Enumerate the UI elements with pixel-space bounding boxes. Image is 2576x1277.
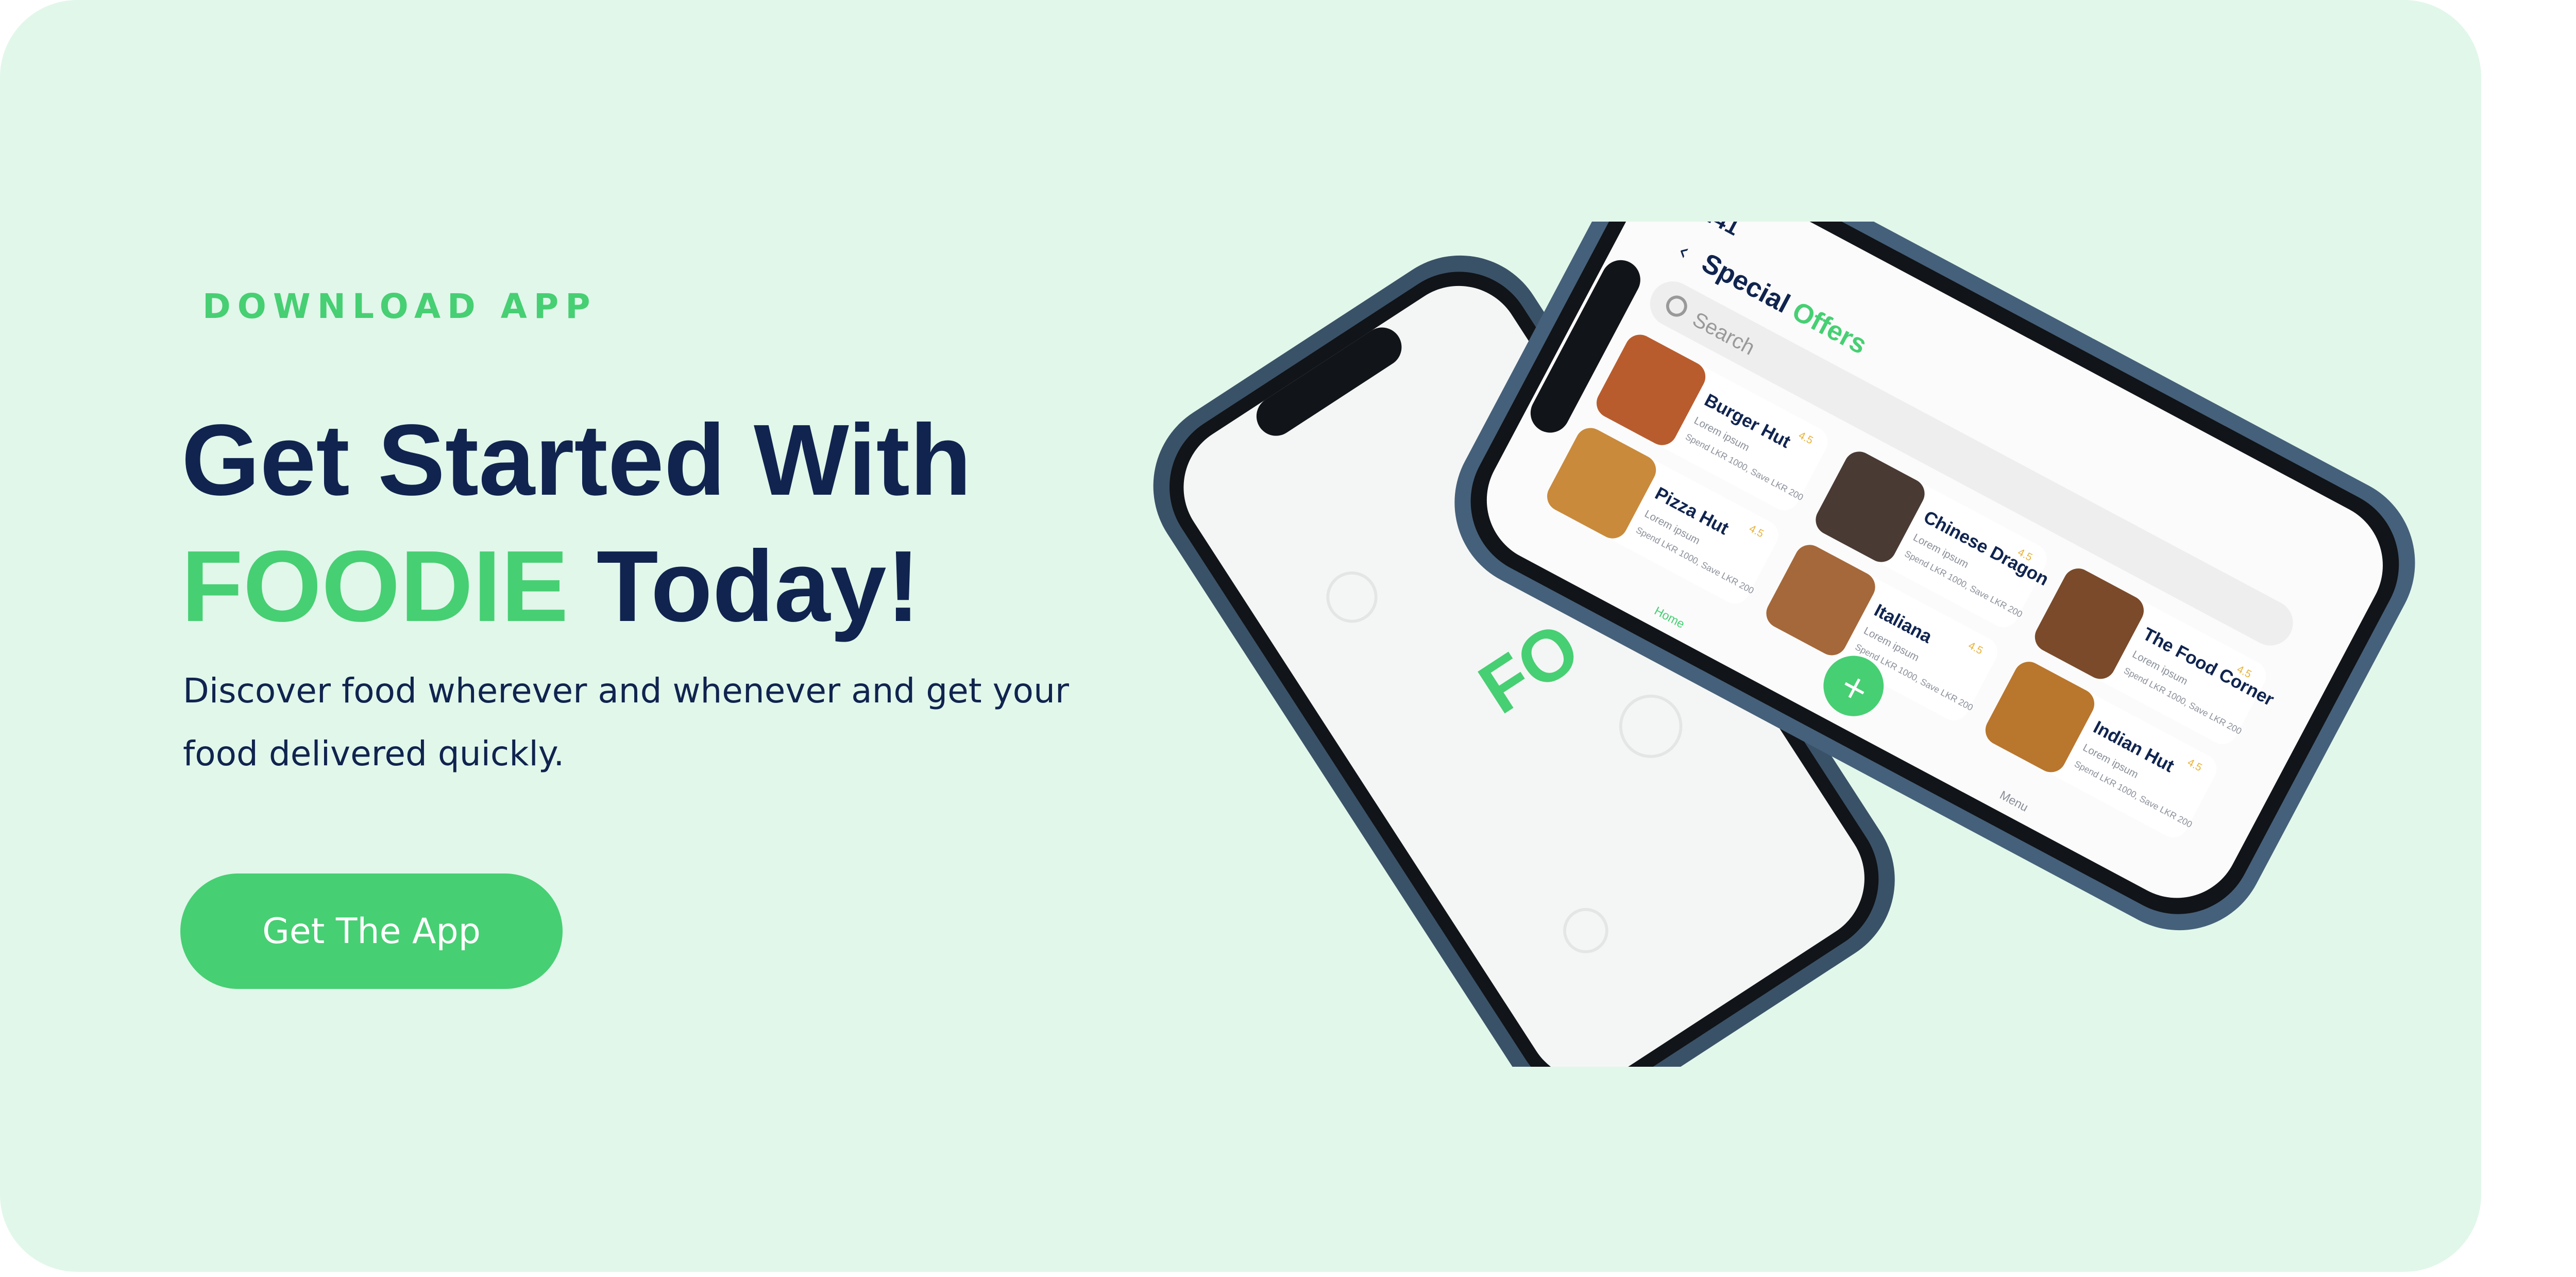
phone-mockup-svg: FO 9:41 ‹ Special Offers Search bbox=[1153, 222, 2415, 1067]
headline: Get Started With FOODIE Today! bbox=[181, 397, 972, 649]
get-the-app-button[interactable]: Get The App bbox=[180, 873, 563, 989]
phone-mockup-illustration: FO 9:41 ‹ Special Offers Search bbox=[1133, 222, 2481, 1067]
headline-brand: FOODIE bbox=[181, 530, 569, 643]
download-app-banner: DOWNLOAD APP Get Started With FOODIE Tod… bbox=[0, 0, 2481, 1272]
eyebrow-label: DOWNLOAD APP bbox=[202, 287, 597, 326]
description: Discover food wherever and whenever and … bbox=[183, 671, 1070, 774]
headline-rest: Today! bbox=[568, 530, 920, 643]
headline-line-1: Get Started With bbox=[181, 404, 972, 516]
